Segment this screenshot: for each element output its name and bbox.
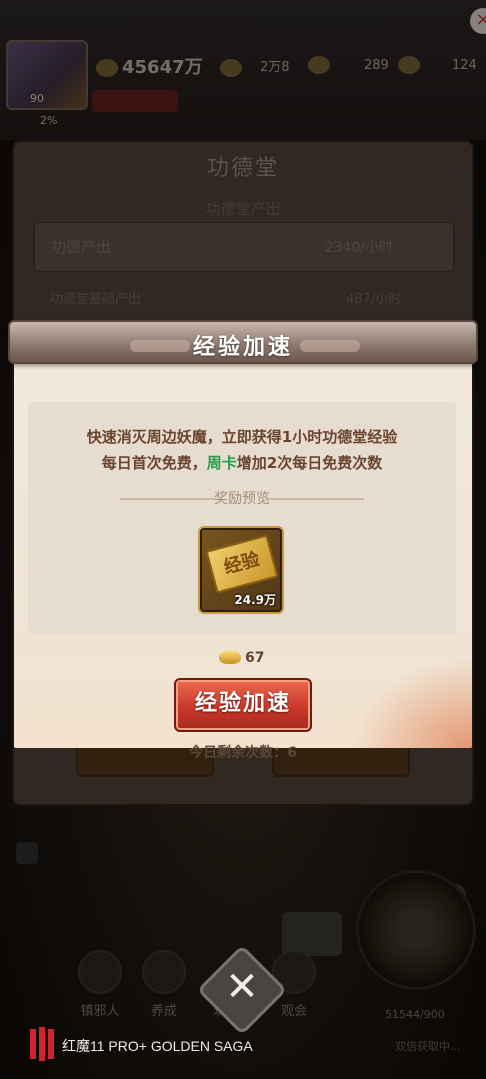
description-prefix: 每日首次免费， <box>101 454 207 472</box>
description-line-1: 快速消灭周边妖魔，立即获得1小时功德堂经验 <box>86 428 398 446</box>
exp-boost-dialog: 快速消灭周边妖魔，立即获得1小时功德堂经验 每日首次免费，周卡增加2次每日免费次… <box>8 320 478 761</box>
divider-right <box>268 498 364 500</box>
exp-ticket-icon: 经验 <box>205 534 279 594</box>
reward-amount: 24.9万 <box>234 593 276 607</box>
dialog-title: 经验加速 <box>192 335 293 360</box>
dialog-info-box: 快速消灭周边妖魔，立即获得1小时功德堂经验 每日首次免费，周卡增加2次每日免费次… <box>28 402 456 634</box>
weekly-card-link[interactable]: 周卡 <box>207 454 237 472</box>
remaining-count: 今日剩余次数：6 <box>189 745 297 761</box>
exp-boost-button[interactable]: 经验加速 <box>174 678 312 732</box>
reward-preview-title: 奖励预览 <box>214 491 270 507</box>
redmagic-logo-icon <box>30 1027 54 1061</box>
reward-item[interactable]: 经验 24.9万 <box>198 526 284 614</box>
cost-display: 67 <box>219 650 264 670</box>
watermark-text: 红魔11 PRO+ GOLDEN SAGA <box>62 1038 253 1054</box>
burn-decoration <box>352 658 472 748</box>
description-line-2: 每日首次免费，周卡增加2次每日免费次数 <box>28 452 456 473</box>
cost-value: 67 <box>245 650 265 666</box>
gold-ingot-icon <box>219 650 241 664</box>
description-suffix: 增加2次每日免费次数 <box>236 454 383 472</box>
dialog-header: 经验加速 <box>8 320 478 364</box>
cloud-ornament-right <box>300 340 360 352</box>
close-icon[interactable]: ✕ <box>222 962 262 1012</box>
dialog-body: 快速消灭周边妖魔，立即获得1小时功德堂经验 每日首次免费，周卡增加2次每日免费次… <box>14 348 472 761</box>
